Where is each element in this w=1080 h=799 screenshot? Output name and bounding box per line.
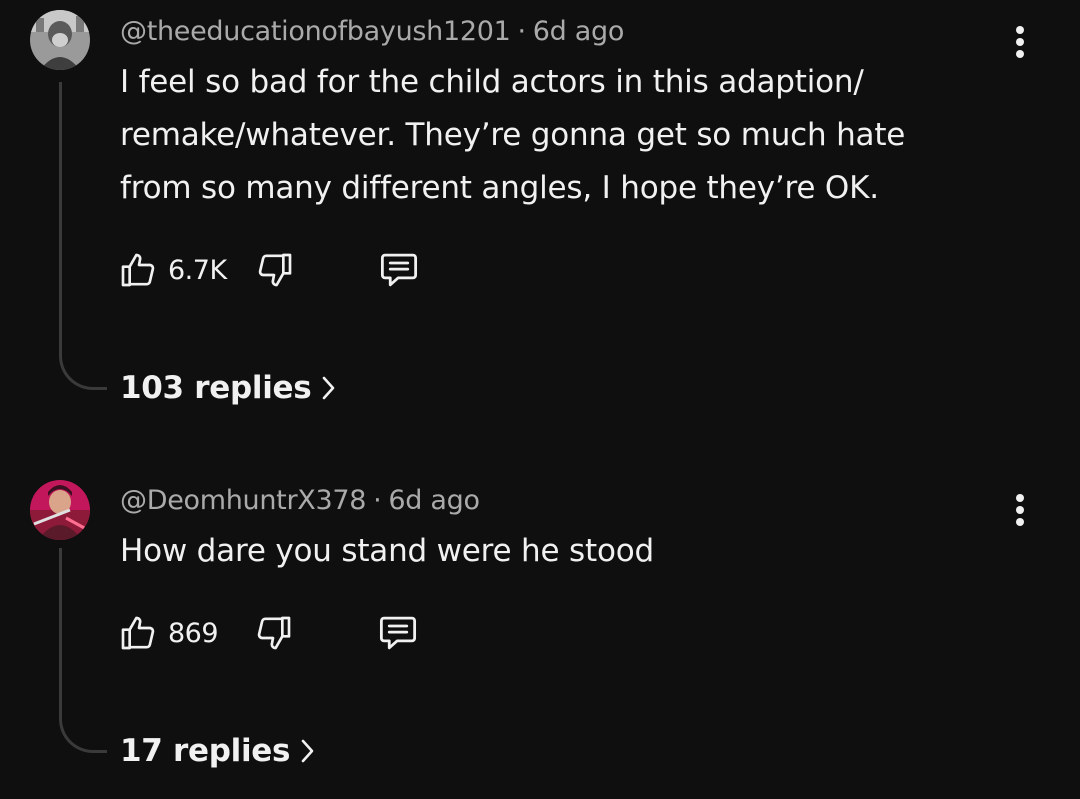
thumbs-up-icon	[121, 253, 155, 287]
view-replies-button[interactable]: 17 replies	[120, 733, 316, 769]
comment-actions: 6.7K	[118, 248, 421, 292]
chevron-right-icon	[323, 376, 335, 400]
dislike-button[interactable]	[255, 250, 295, 290]
reply-button[interactable]	[377, 249, 421, 291]
meta-separator: ·	[517, 16, 526, 47]
like-button[interactable]	[118, 613, 158, 653]
like-count: 6.7K	[168, 254, 227, 286]
author-handle[interactable]: @DeomhuntrX378	[120, 485, 366, 516]
author-handle[interactable]: @theeducationofbayush1201	[120, 16, 511, 47]
thumbs-up-icon	[121, 616, 155, 650]
like-button[interactable]	[118, 250, 158, 290]
comment-meta: @DeomhuntrX378 · 6d ago	[120, 485, 480, 516]
comment-text: I feel so bad for the child actors in th…	[120, 64, 906, 206]
meta-separator: ·	[373, 485, 382, 516]
reply-button[interactable]	[376, 612, 420, 654]
comments-panel: @theeducationofbayush1201 · 6d ago I feel …	[0, 0, 1080, 799]
reply-icon	[380, 253, 417, 287]
comment-meta: @theeducationofbayush1201 · 6d ago	[120, 16, 624, 47]
replies-label: 17 replies	[120, 733, 291, 769]
user-avatar[interactable]	[30, 480, 90, 540]
more-options-button[interactable]	[1004, 20, 1036, 64]
thread-connector	[59, 548, 107, 753]
comment-time[interactable]: 6d ago	[533, 16, 625, 47]
comment-actions: 869	[118, 611, 420, 655]
chevron-right-icon	[301, 739, 314, 763]
thumbs-down-icon	[258, 253, 291, 287]
dislike-button[interactable]	[254, 613, 294, 653]
comment-time[interactable]: 6d ago	[388, 485, 480, 516]
reply-icon	[380, 616, 417, 650]
view-replies-button[interactable]: 103 replies	[120, 370, 337, 406]
avatar-image	[30, 10, 90, 70]
comment-text: How dare you stand were he stood	[120, 533, 654, 569]
more-options-button[interactable]	[1004, 488, 1036, 532]
replies-label: 103 replies	[120, 370, 312, 406]
like-count: 869	[168, 617, 219, 649]
user-avatar[interactable]	[30, 10, 90, 70]
avatar-image	[30, 480, 90, 540]
more-vert-icon	[1016, 26, 1024, 58]
thread-connector	[59, 82, 107, 390]
more-vert-icon	[1016, 494, 1024, 526]
thumbs-down-icon	[257, 616, 291, 650]
